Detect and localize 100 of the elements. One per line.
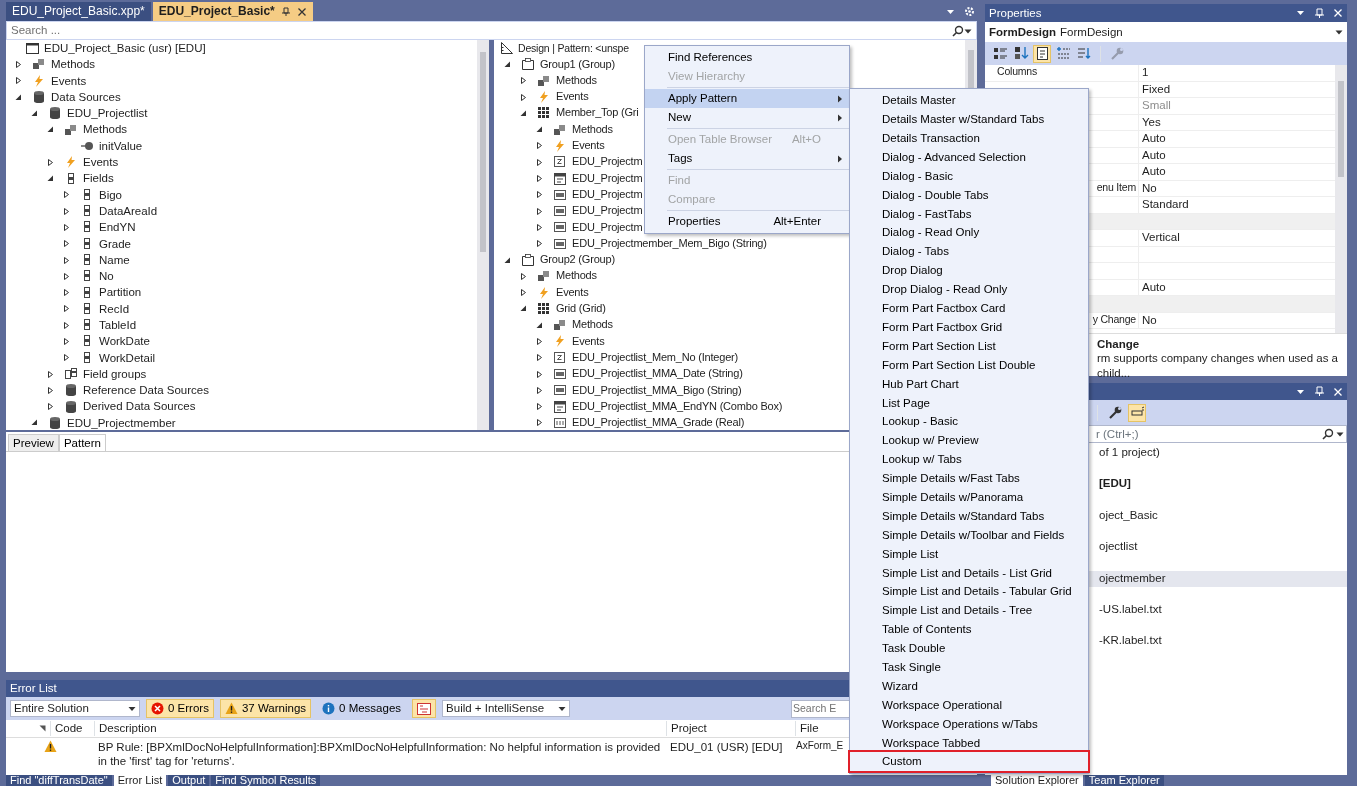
property-value[interactable]: Auto — [1142, 132, 1166, 144]
menu-item[interactable]: Drop Dialog — [850, 261, 1088, 280]
scrollbar-thumb[interactable] — [480, 52, 486, 252]
menu-item[interactable]: New — [645, 108, 849, 127]
menu-item[interactable]: Wizard — [850, 676, 1088, 696]
property-pages-icon[interactable] — [1034, 46, 1050, 61]
expander-icon[interactable] — [30, 108, 39, 118]
expander-icon[interactable] — [14, 59, 23, 69]
expander-icon[interactable] — [14, 92, 23, 102]
tree-item[interactable]: EDU_Project_Basic (usr) [EDU] — [44, 40, 206, 56]
tree-item[interactable]: Grid (Grid) — [556, 302, 606, 316]
menu-item[interactable]: Simple Details w/Fast Tabs — [850, 468, 1088, 488]
menu-item[interactable]: Find References — [645, 48, 849, 67]
scrollbar-thumb[interactable] — [1338, 81, 1344, 177]
menu-item[interactable]: Apply Pattern — [645, 89, 849, 108]
menu-item[interactable]: List Page — [850, 393, 1088, 413]
expander-icon[interactable] — [535, 320, 544, 330]
menu-item[interactable]: Workspace Tabbed — [850, 733, 1088, 753]
menu-item[interactable]: Simple List — [850, 544, 1088, 564]
tree-item[interactable]: Events — [572, 139, 605, 153]
expander-icon[interactable] — [62, 206, 71, 216]
expander-icon[interactable] — [535, 385, 544, 395]
panel-tab[interactable]: Find Symbol Results — [211, 775, 321, 786]
property-value[interactable]: Auto — [1142, 148, 1166, 161]
menu-item[interactable]: Tags — [645, 149, 849, 168]
filter-toggle[interactable]: 0 Messages — [317, 699, 407, 718]
menu-item[interactable]: Simple List and Details - List Grid — [850, 563, 1088, 583]
tree-item[interactable]: Methods — [572, 122, 613, 137]
filter-toggle[interactable]: 0 Errors — [146, 699, 214, 718]
tree-item[interactable]: [EDU] — [1099, 477, 1131, 490]
tree-item[interactable]: initValue — [99, 138, 143, 154]
expander-icon[interactable] — [46, 157, 55, 167]
panel-tab[interactable]: Team Explorer — [1084, 775, 1164, 786]
close-icon[interactable] — [296, 6, 307, 17]
tree-item[interactable]: DataAreaId — [99, 203, 158, 219]
search-field[interactable]: Search ... — [6, 21, 977, 40]
settings-icon[interactable] — [964, 6, 975, 17]
designer-tab[interactable]: Pattern — [58, 433, 106, 451]
menu-item[interactable]: Dialog - Double Tabs — [850, 185, 1088, 205]
expander-icon[interactable] — [46, 402, 55, 412]
menu-item[interactable]: Simple Details w/Standard Tabs — [850, 506, 1088, 526]
menu-item[interactable]: Workspace Operational — [850, 695, 1088, 715]
property-value[interactable]: Yes — [1142, 115, 1161, 128]
scrollbar[interactable] — [477, 40, 489, 430]
tree-item[interactable]: EDU_Projectm — [572, 220, 643, 235]
expander-icon[interactable] — [46, 174, 55, 183]
tree-item[interactable]: Partition — [99, 285, 142, 300]
categorized-icon[interactable] — [992, 46, 1008, 61]
tree-item[interactable]: RecId — [99, 301, 130, 317]
expander-icon[interactable] — [535, 190, 544, 200]
expander-icon[interactable] — [46, 369, 55, 379]
expander-icon[interactable] — [535, 141, 544, 151]
column-header[interactable]: Project — [666, 721, 795, 736]
dropdown-icon[interactable] — [1334, 430, 1346, 438]
tree-item[interactable]: Methods — [556, 73, 597, 88]
tree-item[interactable]: Methods — [51, 57, 96, 72]
tree-item[interactable]: EDU_Projectlist_MMA_Grade (Real) — [572, 416, 745, 430]
expander-icon[interactable] — [535, 337, 544, 346]
expander-icon[interactable] — [30, 418, 39, 428]
search-icon[interactable] — [952, 24, 964, 37]
tree-item[interactable]: Methods — [83, 122, 128, 137]
expander-icon[interactable] — [519, 92, 528, 102]
expander-icon[interactable] — [62, 239, 71, 249]
menu-item[interactable]: Details Master — [850, 91, 1088, 110]
expander-icon[interactable] — [535, 418, 544, 428]
tree-item[interactable]: Events — [51, 73, 87, 88]
filter-button[interactable] — [412, 699, 437, 718]
tree-item[interactable]: EDU_Projectlist_MMA_EndYN (Combo Box) — [572, 399, 783, 414]
menu-item[interactable]: Form Part Section List — [850, 336, 1088, 356]
property-value[interactable]: Auto — [1142, 165, 1166, 177]
menu-item[interactable]: Task Double — [850, 638, 1088, 658]
expand-icon[interactable] — [1055, 46, 1071, 61]
tree-item[interactable]: EDU_Projectmember_Mem_Bigo (String) — [572, 236, 767, 251]
tree-item[interactable]: oject_Basic — [1099, 508, 1158, 521]
sort-icon[interactable] — [1013, 46, 1029, 61]
expander-icon[interactable] — [535, 174, 544, 183]
wrench-icon[interactable] — [1107, 405, 1123, 420]
property-value[interactable]: Auto — [1142, 280, 1166, 293]
panel-tab[interactable]: Output — [168, 775, 210, 786]
expander-icon[interactable] — [62, 271, 71, 281]
panel-tab[interactable]: Solution Explorer — [991, 775, 1083, 786]
tree-item[interactable]: -US.label.txt — [1099, 602, 1162, 615]
tree-item[interactable]: EDU_Projectlist_Mem_No (Integer) — [572, 350, 738, 365]
tree-item[interactable]: Methods — [572, 318, 613, 333]
tree-item[interactable]: Name — [99, 252, 130, 268]
tree-item[interactable]: EDU_Projectlist_MMA_Bigo (String) — [572, 383, 742, 398]
tree-item[interactable]: EDU_Projectlist_MMA_Date (String) — [572, 367, 743, 381]
tree-item[interactable]: Bigo — [99, 187, 123, 202]
dropdown-icon[interactable] — [1296, 8, 1306, 18]
property-value[interactable]: Standard — [1142, 198, 1189, 210]
tree-item[interactable]: EDU_Projectm — [572, 155, 643, 170]
scrollbar-thumb[interactable] — [968, 50, 974, 90]
expander-icon[interactable] — [519, 271, 528, 281]
tree-item[interactable]: WorkDetail — [99, 350, 156, 365]
menu-item[interactable]: Dialog - Basic — [850, 166, 1088, 186]
column-header[interactable]: Code — [50, 721, 94, 736]
tree-item[interactable]: Group1 (Group) — [540, 57, 615, 72]
tree-item[interactable]: WorkDate — [99, 334, 150, 349]
expander-icon[interactable] — [519, 288, 528, 298]
panel-tab[interactable]: Find "diffTransDate" — [6, 775, 112, 786]
